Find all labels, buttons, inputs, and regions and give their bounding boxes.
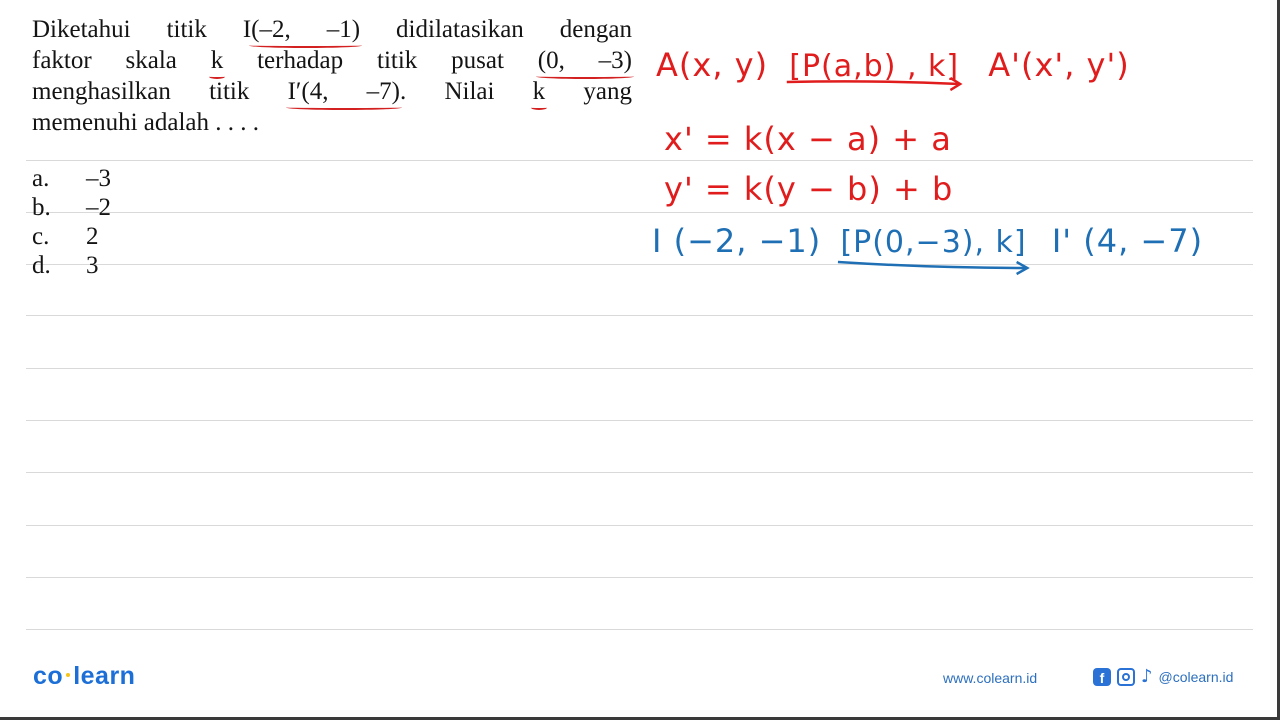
ruled-line xyxy=(26,629,1253,630)
text-segment: . Nilai xyxy=(400,78,533,105)
text-segment: terhadap titik pusat xyxy=(223,47,538,74)
option-letter: d. xyxy=(32,252,51,279)
text-segment: memenuhi adalah . . . . xyxy=(32,109,260,136)
ruled-line xyxy=(26,315,1253,316)
arrow-icon xyxy=(787,76,963,92)
underlined-image-point: I′(4, –7) xyxy=(287,78,400,105)
text-segment: menghasilkan titik xyxy=(32,78,288,105)
option-value: –2 xyxy=(86,194,111,221)
text-segment: yang xyxy=(545,78,632,105)
handwritten-rule: A(x, y) [P(a,b) , k] A'(x', y') xyxy=(656,26,1130,92)
website-link[interactable]: www.colearn.id xyxy=(943,670,1037,686)
social-links: f ♪ @colearn.id xyxy=(1093,668,1233,686)
ruled-line xyxy=(26,212,1253,213)
logo-dot-icon xyxy=(66,672,71,677)
facebook-icon[interactable]: f xyxy=(1093,668,1111,686)
option-letter: a. xyxy=(32,165,50,192)
question-line-4: memenuhi adalah . . . . xyxy=(32,107,632,138)
rule-source: A(x, y) xyxy=(656,46,769,84)
option-d[interactable]: d. 3 xyxy=(32,251,111,280)
colearn-logo[interactable]: co learn xyxy=(33,662,135,691)
ruled-line xyxy=(26,160,1253,161)
option-b[interactable]: b. –2 xyxy=(32,193,111,222)
option-letter: b. xyxy=(32,194,51,221)
rule-target: A'(x', y') xyxy=(988,46,1130,84)
apply-source: I (−2, −1) xyxy=(652,222,822,260)
text-segment: Diketahui titik I xyxy=(32,16,252,43)
logo-text-right: learn xyxy=(73,662,136,690)
handwritten-application: I (−2, −1) [P(0,−3), k] I' (4, −7) xyxy=(652,222,1204,276)
handwritten-eq-x: x' = k(x − a) + a xyxy=(664,120,952,158)
ruled-line xyxy=(26,420,1253,421)
option-value: 3 xyxy=(86,252,99,279)
handwritten-eq-y: y' = k(y − b) + b xyxy=(664,170,954,208)
rule-arrow: [P(a,b) , k] xyxy=(785,50,963,92)
apply-arrow: [P(0,−3), k] xyxy=(836,225,1031,276)
underlined-k: k xyxy=(210,47,224,74)
underlined-k: k xyxy=(532,78,546,105)
text-segment: faktor skala xyxy=(32,47,211,74)
option-value: –3 xyxy=(86,165,111,192)
option-letter: c. xyxy=(32,223,50,250)
social-handle[interactable]: @colearn.id xyxy=(1159,669,1234,685)
underlined-center-point: (0, –3) xyxy=(537,47,632,74)
ruled-line xyxy=(26,264,1253,265)
ruled-line xyxy=(26,472,1253,473)
apply-target: I' (4, −7) xyxy=(1051,222,1204,260)
option-a[interactable]: a. –3 xyxy=(32,164,111,193)
underlined-point-I: (–2, –1) xyxy=(251,16,361,43)
apply-arrow-label: [P(0,−3), k] xyxy=(840,225,1027,260)
question-text: Diketahui titik I(–2, –1) didilatasikan … xyxy=(32,14,632,138)
option-value: 2 xyxy=(86,223,99,250)
ruled-line xyxy=(26,577,1253,578)
tiktok-icon[interactable]: ♪ xyxy=(1141,668,1153,686)
ruled-line xyxy=(26,368,1253,369)
arrow-icon xyxy=(838,260,1031,276)
instagram-icon[interactable] xyxy=(1117,668,1135,686)
question-line-1: Diketahui titik I(–2, –1) didilatasikan … xyxy=(32,14,632,45)
question-line-3: menghasilkan titik I′(4, –7). Nilai k ya… xyxy=(32,76,632,107)
ruled-line xyxy=(26,525,1253,526)
text-segment: didilatasikan dengan xyxy=(360,16,632,43)
option-c[interactable]: c. 2 xyxy=(32,222,111,251)
answer-options: a. –3 b. –2 c. 2 d. 3 xyxy=(32,164,111,280)
logo-text-left: co xyxy=(33,662,64,690)
question-line-2: faktor skala k terhadap titik pusat (0, … xyxy=(32,45,632,76)
